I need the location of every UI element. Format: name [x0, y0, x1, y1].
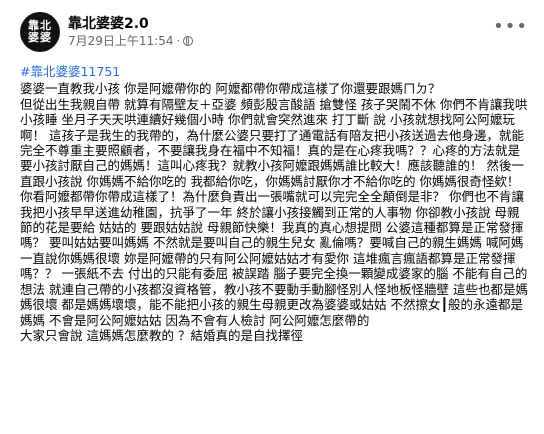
post-header: 靠北 婆婆 靠北婆婆2.0 7月29日上午11:54 · [20, 12, 194, 52]
post-meta: 靠北婆婆2.0 7月29日上午11:54 · [68, 15, 194, 49]
post-content: #靠北婆婆11751 婆婆一直教我小孩 你是阿嬤帶你的 阿嬤都帶你帶成這樣了你還… [20, 64, 528, 343]
more-options-icon[interactable]: ••• [493, 18, 528, 36]
page-name-link[interactable]: 靠北婆婆2.0 [68, 15, 193, 33]
separator-dot: · [176, 34, 181, 48]
globe-icon[interactable] [183, 36, 194, 46]
post-subline: 7月29日上午11:54 · [68, 33, 194, 49]
page-avatar[interactable]: 靠北 婆婆 [20, 12, 60, 52]
hashtag-link[interactable]: #靠北婆婆11751 [20, 64, 528, 79]
facebook-post: 靠北 婆婆 靠北婆婆2.0 7月29日上午11:54 · ••• #靠北婆婆11… [0, 0, 544, 434]
post-body-text: 婆婆一直教我小孩 你是阿嬤帶你的 阿嬤都帶你帶成這樣了你還要跟媽ㄇㄉ？ 但從出生… [20, 81, 528, 343]
post-timestamp-link[interactable]: 7月29日上午11:54 [68, 33, 174, 49]
avatar-text-line2: 婆婆 [28, 31, 52, 44]
